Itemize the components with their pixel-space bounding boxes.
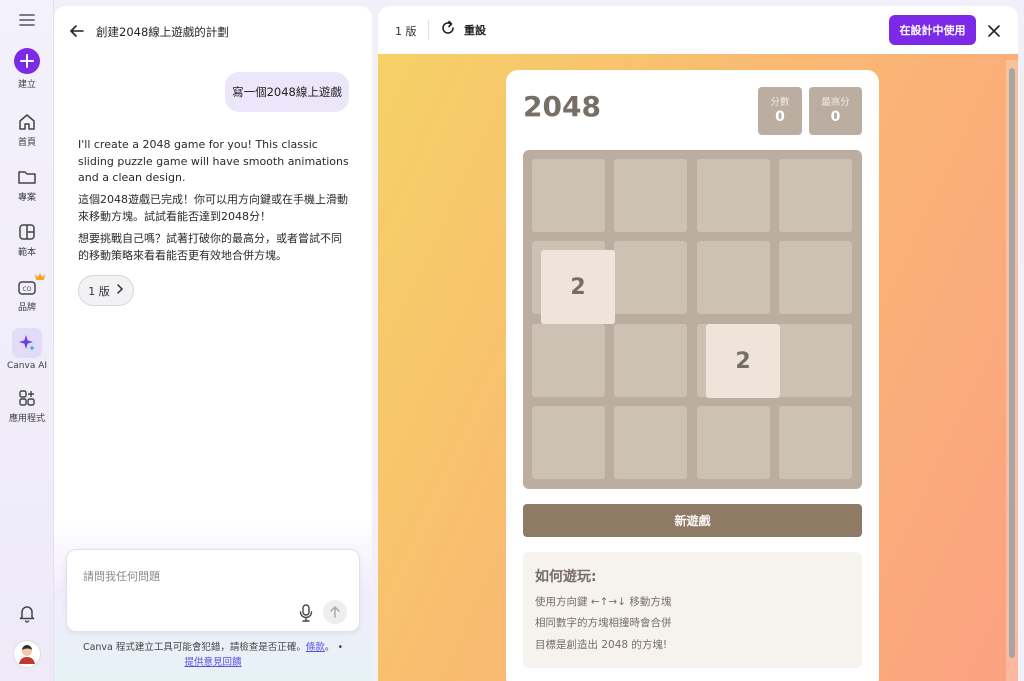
use-in-design-button[interactable]: 在設計中使用 [889,15,976,45]
ai-message-2: 這個2048遊戲已完成！你可以用方向鍵或在手機上滑動來移動方塊。試試看能否達到2… [78,193,348,223]
preview-scrollbar-thumb[interactable] [1009,68,1015,658]
board-cell [779,324,852,397]
best-value: 0 [830,109,841,125]
board-cell [614,241,687,314]
how-to-play-title: 如何遊玩: [535,569,597,585]
sparkle-icon [12,328,42,358]
game-tile: 2 [541,250,615,324]
back-arrow-icon[interactable] [70,23,84,42]
plus-icon [14,48,40,74]
rail-projects[interactable]: 專案 [0,167,54,203]
chat-title: 創建2048線上遊戲的計劃 [96,25,229,39]
folder-icon [0,167,54,187]
rail-apps-label: 應用程式 [8,414,45,424]
rail-home[interactable]: 首頁 [0,112,54,148]
rail-projects-label: 專案 [17,193,36,203]
crown-icon [35,273,45,281]
new-game-button[interactable]: 新遊戲 [523,504,862,537]
version-pill-button[interactable]: 1 版 [78,275,134,306]
preview-toolbar: 1 版 重設 在設計中使用 [378,6,1018,54]
user-message: 寫一個2048線上遊戲 [225,72,349,112]
svg-text:CO: CO [23,286,32,293]
arrow-up-icon [330,606,340,618]
board-cell [779,159,852,232]
chevron-right-icon [116,284,124,297]
preview-panel: 1 版 重設 在設計中使用 2048 分數 0 最高分 0 22 新遊戲 如何遊… [378,6,1018,681]
avatar[interactable] [13,640,41,668]
preview-canvas: 2048 分數 0 最高分 0 22 新遊戲 如何遊玩: 使用方向鍵 ←↑→↓ … [378,54,1018,681]
rail-canva-ai-label: Canva AI [6,361,48,371]
how-to-line-1: 使用方向鍵 ←↑→↓ 移動方塊 [535,596,672,608]
menu-icon[interactable] [17,12,37,28]
rail-brand-label: 品牌 [17,303,36,313]
chat-input[interactable]: 請問我任何問題 [66,549,360,632]
board-cell [779,241,852,314]
apps-icon [0,388,54,408]
board-cell [532,406,605,479]
disclaimer-end: 。 [324,642,335,653]
rail-canva-ai[interactable]: Canva AI [0,328,54,371]
board-cell [697,159,770,232]
reset-label: 重設 [464,24,486,37]
score-value: 0 [775,109,785,125]
preview-version-label[interactable]: 1 版 [395,23,417,39]
board-cell [614,159,687,232]
best-score-box: 最高分 0 [809,87,862,135]
best-label: 最高分 [821,97,850,108]
ai-message-1: I'll create a 2048 game for you! This cl… [78,138,349,184]
rail-templates[interactable]: 範本 [0,222,54,258]
how-to-line-3: 目標是創造出 2048 的方塊! [535,639,668,651]
close-icon[interactable] [987,23,1001,42]
notifications-button[interactable] [0,603,54,623]
rail-create[interactable]: 建立 [0,48,54,90]
board-cell [532,159,605,232]
game-tile: 2 [706,324,780,398]
disclaimer: Canva 程式建立工具可能會犯錯，請檢查是否正確。條款。 • 提供意見回饋 [66,640,360,670]
bullet-separator: • [334,642,344,653]
how-to-play-box: 如何遊玩: 使用方向鍵 ←↑→↓ 移動方塊 相同數字的方塊相撞時會合併 目標是創… [523,552,862,668]
disclaimer-text: Canva 程式建立工具可能會犯錯，請檢查是否正確。 [82,642,306,653]
rail-brand[interactable]: CO 品牌 [0,273,54,313]
game-board[interactable]: 22 [523,150,862,489]
board-cell [697,241,770,314]
template-icon [0,222,54,242]
score-label: 分數 [770,97,790,108]
rail-home-label: 首頁 [17,138,36,148]
version-pill-label: 1 版 [88,284,110,298]
score-box: 分數 0 [758,87,802,135]
board-cell [614,324,687,397]
rail-templates-label: 範本 [17,248,36,258]
send-button[interactable] [323,600,347,624]
game-title: 2048 [523,90,601,123]
rail-apps[interactable]: 應用程式 [0,388,54,424]
feedback-link[interactable]: 提供意見回饋 [184,657,241,668]
terms-link[interactable]: 條款 [306,642,325,653]
bell-icon [0,603,54,623]
chat-input-placeholder: 請問我任何問題 [83,570,160,583]
board-cell [614,406,687,479]
reset-button[interactable]: 重設 [440,20,486,40]
ai-message-3: 想要挑戰自己嗎？試著打破你的最高分，或者嘗試不同的移動策略來看看能否更有效地合併… [78,232,342,262]
board-cell [697,406,770,479]
brand-icon: CO [0,277,54,297]
board-cell [779,406,852,479]
refresh-icon [440,20,456,40]
left-rail: 建立 首頁 專案 範本 CO 品牌 Canva AI 應用程式 [0,0,54,681]
home-icon [0,112,54,132]
how-to-line-2: 相同數字的方塊相撞時會合併 [535,617,672,629]
board-cell [532,324,605,397]
game-card: 2048 分數 0 最高分 0 22 新遊戲 如何遊玩: 使用方向鍵 ←↑→↓ … [506,70,879,681]
toolbar-divider [428,20,429,40]
rail-create-label: 建立 [17,80,36,90]
microphone-icon[interactable] [299,604,313,626]
chat-header: 創建2048線上遊戲的計劃 [70,22,229,42]
